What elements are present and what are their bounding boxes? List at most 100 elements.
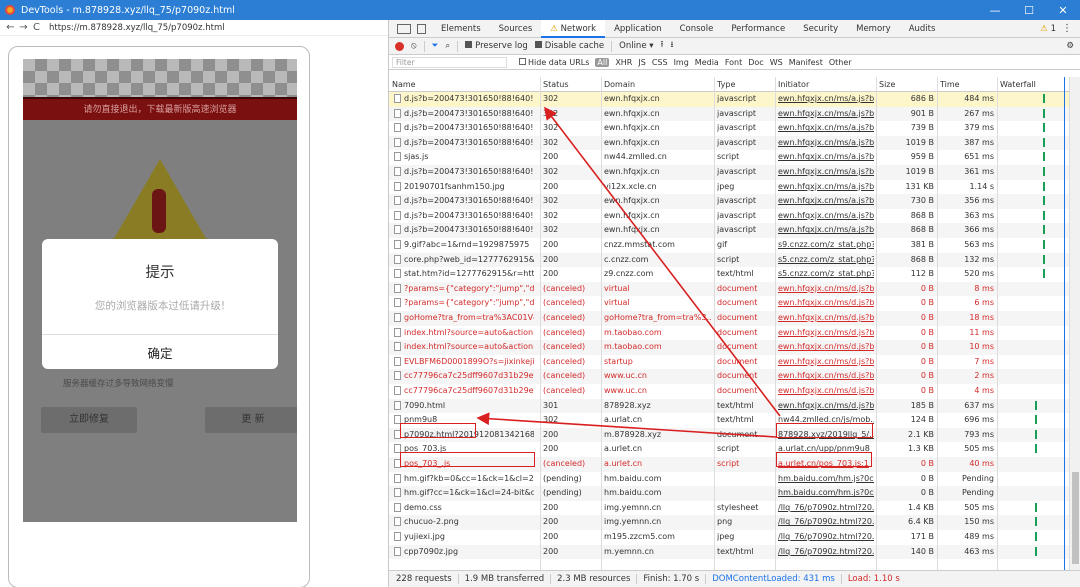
table-row[interactable]: d.js?b=200473!301650!88!640!15... 302 ewn.… xyxy=(389,209,1069,224)
table-row[interactable]: 7090.html 301 878928.xyz text/html ewn.hfqxj… xyxy=(389,398,1069,414)
table-row[interactable]: pnm9u8 302 a.urlat.cn text/html nw44.zmlled.… xyxy=(389,413,1069,428)
cell-init[interactable]: ewn.hfqxjx.cn/ms/a.js?b... xyxy=(778,152,874,161)
cell-init[interactable]: ewn.hfqxjx.cn/ms/d.js?b... xyxy=(778,401,874,410)
filter-type-font[interactable]: Font xyxy=(725,58,742,67)
table-row[interactable]: d.js?b=200473!301650!88!640!15... 302 ewn.… xyxy=(389,223,1069,238)
col-header-name[interactable]: Name xyxy=(392,80,416,89)
cell-init[interactable]: ewn.hfqxjx.cn/ms/a.js?b... xyxy=(778,182,874,191)
cell-init[interactable]: ewn.hfqxjx.cn/ms/d.js?b... xyxy=(778,328,874,337)
cell-init[interactable]: ewn.hfqxjx.cn/ms/a.js?b... xyxy=(778,167,874,176)
table-row[interactable]: sjas.js 200 nw44.zmlled.cn script ewn.hfqxjx… xyxy=(389,150,1069,165)
scrollbar-thumb[interactable] xyxy=(1072,472,1079,564)
url-field[interactable]: https://m.878928.xyz/llq_75/p7090z.html xyxy=(49,23,225,33)
table-row[interactable]: ?params={"category":"jump","des... (cance… xyxy=(389,281,1069,297)
table-row[interactable]: yujiexi.jpg 200 m195.zzcm5.com jpeg/llq_76/… xyxy=(389,530,1069,545)
col-header-time[interactable]: Time xyxy=(940,80,960,89)
disable-cache-checkbox[interactable]: Disable cache xyxy=(534,41,604,51)
hide-data-urls-checkbox[interactable]: Hide data URLs xyxy=(519,57,589,67)
update-button[interactable]: 更 新 xyxy=(205,407,297,433)
cell-init[interactable]: ewn.hfqxjx.cn/ms/d.js?b... xyxy=(778,357,874,366)
filter-type-css[interactable]: CSS xyxy=(652,58,668,67)
cell-init[interactable]: /llq_76/p7090z.html?20... xyxy=(778,547,874,556)
back-icon[interactable]: ← xyxy=(4,22,17,33)
filter-type-ws[interactable]: WS xyxy=(770,58,783,67)
vertical-scrollbar[interactable] xyxy=(1069,77,1080,570)
forward-icon[interactable]: → xyxy=(17,22,30,33)
filter-type-media[interactable]: Media xyxy=(695,58,719,67)
table-row[interactable]: index.html?source=auto&action=... (cancel… xyxy=(389,326,1069,341)
record-icon[interactable] xyxy=(395,41,404,51)
table-row[interactable]: goHome?tra_from=tra%3AC01V4... (canceled)… xyxy=(389,311,1069,326)
table-row[interactable]: d.js?b=200473!301650!88!640!15... 302 ewn.… xyxy=(389,106,1069,122)
filter-type-img[interactable]: Img xyxy=(674,58,689,67)
col-header-status[interactable]: Status xyxy=(543,80,569,89)
tab-sources[interactable]: Sources xyxy=(490,20,542,38)
close-button[interactable]: ✕ xyxy=(1046,4,1080,17)
device-toggle-icon[interactable] xyxy=(417,23,426,34)
cell-init[interactable]: ewn.hfqxjx.cn/ms/a.js?b... xyxy=(778,138,874,147)
inspect-icon[interactable] xyxy=(397,23,411,34)
cell-init[interactable]: ewn.hfqxjx.cn/ms/d.js?b... xyxy=(778,313,874,322)
table-row[interactable]: 20190701fsanhm150.jpg 200 vi12x.xcle.cn jpe… xyxy=(389,180,1069,195)
cell-init[interactable]: hm.baidu.com/hm.js?0c... xyxy=(778,488,874,497)
maximize-button[interactable]: ☐ xyxy=(1012,4,1046,17)
filter-type-xhr[interactable]: XHR xyxy=(615,58,632,67)
table-row[interactable]: hm.gif?kb=0&cc=1&ck=1&cl=24... (pending) h… xyxy=(389,472,1069,487)
table-row[interactable]: d.js?b=200473!301650!88!640!15... 302 ewn.… xyxy=(389,92,1069,107)
more-menu-icon[interactable]: ⋮ xyxy=(1062,23,1072,34)
tab-application[interactable]: Application xyxy=(605,20,671,38)
cell-init[interactable]: ewn.hfqxjx.cn/ms/a.js?b... xyxy=(778,109,874,118)
table-row[interactable]: cc77796ca7c25dff9607d31b29eff... (cancele… xyxy=(389,384,1069,399)
filter-input[interactable]: Filter xyxy=(392,56,507,68)
dialog-ok-button[interactable]: 确定 xyxy=(42,343,278,362)
cell-init[interactable]: ewn.hfqxjx.cn/ms/a.js?b... xyxy=(778,211,874,220)
table-row[interactable]: chucuo-2.png 200 img.yemnn.cn png/llq_76/p7… xyxy=(389,515,1069,530)
table-row[interactable]: ?params={"category":"jump","des... (cance… xyxy=(389,296,1069,311)
table-row[interactable]: index.html?source=auto&action=... (cancel… xyxy=(389,340,1069,355)
table-row[interactable]: d.js?b=200473!301650!88!640!15... 302 ewn.… xyxy=(389,165,1069,180)
table-row[interactable]: d.js?b=200473!301650!88!640!15... 302 ewn.… xyxy=(389,121,1069,136)
cell-init[interactable]: /llq_76/p7090z.html?20... xyxy=(778,503,874,512)
cell-init[interactable]: ewn.hfqxjx.cn/ms/d.js?b... xyxy=(778,284,874,293)
tab-security[interactable]: Security xyxy=(794,20,847,38)
cell-init[interactable]: s9.cnzz.com/z_stat.php?... xyxy=(778,240,874,249)
cell-init[interactable]: s5.cnzz.com/z_stat.php?... xyxy=(778,269,874,278)
preserve-log-checkbox[interactable]: Preserve log xyxy=(465,41,528,51)
filter-type-other[interactable]: Other xyxy=(829,58,852,67)
filter-type-all[interactable]: All xyxy=(595,57,610,67)
col-header-domain[interactable]: Domain xyxy=(604,80,635,89)
clear-icon[interactable]: ⦸ xyxy=(411,41,417,51)
filter-type-manifest[interactable]: Manifest xyxy=(789,58,823,67)
table-row[interactable]: d.js?b=200473!301650!88!640!15... 302 ewn.… xyxy=(389,135,1069,151)
reload-icon[interactable]: C xyxy=(30,22,43,33)
cell-init[interactable]: ewn.hfqxjx.cn/ms/a.js?b... xyxy=(778,94,874,103)
tab-elements[interactable]: Elements xyxy=(432,20,490,38)
col-header-size[interactable]: Size xyxy=(879,80,895,89)
cell-init[interactable]: s5.cnzz.com/z_stat.php?... xyxy=(778,255,874,264)
warning-banner[interactable]: 请勿直接退出，下载最新版高速浏览器 xyxy=(23,97,297,120)
minimize-button[interactable]: — xyxy=(978,4,1012,17)
table-row[interactable]: stat.htm?id=1277762915&r=http... 200 z9.cn… xyxy=(389,267,1069,282)
col-header-type[interactable]: Type xyxy=(717,80,735,89)
col-header-waterfall[interactable]: Waterfall xyxy=(1000,80,1036,89)
cell-init[interactable]: ewn.hfqxjx.cn/ms/a.js?b... xyxy=(778,196,874,205)
cell-init[interactable]: ewn.hfqxjx.cn/ms/d.js?b... xyxy=(778,371,874,380)
tab-console[interactable]: Console xyxy=(671,20,723,38)
tab-network[interactable]: ⚠ Network xyxy=(541,19,606,38)
tab-memory[interactable]: Memory xyxy=(847,20,900,38)
table-row[interactable]: cpp7090z.jpg 200 m.yemnn.cn text/html/llq_7… xyxy=(389,544,1069,560)
cell-init[interactable]: ewn.hfqxjx.cn/ms/d.js?b... xyxy=(778,342,874,351)
cell-init[interactable]: /llq_76/p7090z.html?20... xyxy=(778,532,874,541)
settings-gear-icon[interactable]: ⚙ xyxy=(1066,41,1074,51)
cell-init[interactable]: /llq_76/p7090z.html?20... xyxy=(778,517,874,526)
filter-type-js[interactable]: JS xyxy=(638,58,645,67)
table-row[interactable]: cc77796ca7c25dff9607d31b29eff... (cancele… xyxy=(389,369,1069,384)
table-row[interactable]: demo.css 200 img.yemnn.cn stylesheet/llq_76… xyxy=(389,501,1069,516)
cell-init[interactable]: ewn.hfqxjx.cn/ms/d.js?b... xyxy=(778,386,874,395)
col-header-initiator[interactable]: Initiator xyxy=(778,80,809,89)
table-row[interactable]: EVLBFM6D0001899O?s=jixinkeji... (canceled… xyxy=(389,355,1069,370)
filter-icon[interactable]: ⏷ xyxy=(432,41,439,51)
cell-init[interactable]: hm.baidu.com/hm.js?0c... xyxy=(778,474,874,483)
table-row[interactable]: p7090z.html?201912081342168t... 200 m.8789… xyxy=(389,427,1069,443)
repair-button[interactable]: 立即修复 xyxy=(41,407,137,433)
